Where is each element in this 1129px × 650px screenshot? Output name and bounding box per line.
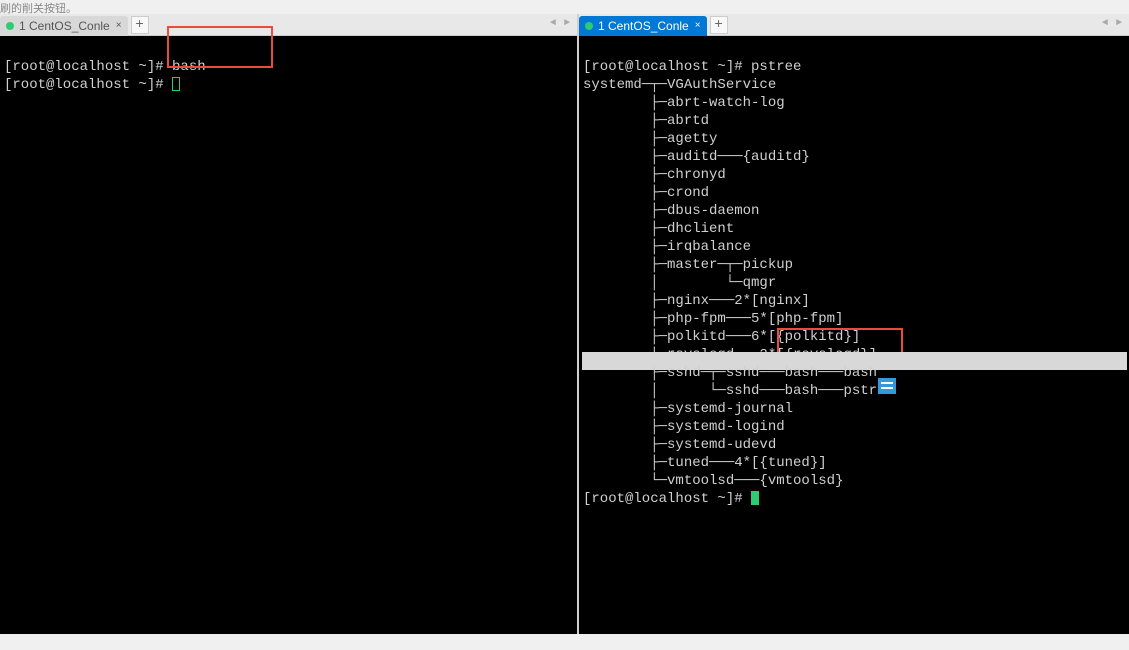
cursor-icon: [172, 77, 180, 91]
tab-nav: ◄ ►: [547, 18, 573, 32]
split-container: 1 CentOS_Conle × + ◄ ► [root@localhost ~…: [0, 14, 1129, 650]
tab-status-dot: [585, 22, 593, 30]
add-tab-button[interactable]: +: [710, 16, 728, 34]
tab-close-icon[interactable]: ×: [695, 20, 701, 31]
left-terminal[interactable]: [root@localhost ~]# bash [root@localhost…: [0, 36, 577, 634]
tree-row: ├─systemd-logind: [583, 419, 785, 435]
command-text: pstree: [751, 59, 801, 75]
prompt: [root@localhost ~]#: [583, 59, 751, 75]
tree-row: ├─systemd-udevd: [583, 437, 776, 453]
tree-row: ├─php-fpm───5*[php-fpm]: [583, 311, 843, 327]
tab-nav-right-icon[interactable]: ►: [561, 18, 573, 32]
right-terminal[interactable]: [root@localhost ~]# pstree systemd─┬─VGA…: [579, 36, 1129, 634]
tree-row-highlighted: ├─sshd─┬─sshd───bash───bash: [583, 365, 877, 381]
tree-row: ├─systemd-journal: [583, 401, 793, 417]
tree-row: ├─master─┬─pickup: [583, 257, 793, 273]
prompt: [root@localhost ~]#: [4, 59, 172, 75]
prompt: [root@localhost ~]#: [4, 77, 172, 93]
prompt: [root@localhost ~]#: [583, 491, 751, 507]
tab-close-icon[interactable]: ×: [116, 20, 122, 31]
tree-row: ├─dbus-daemon: [583, 203, 759, 219]
tree-row: ├─polkitd───6*[{polkitd}]: [583, 329, 860, 345]
tree-row: ├─abrt-watch-log: [583, 95, 785, 111]
tree-row: systemd─┬─VGAuthService: [583, 77, 776, 93]
left-tab-bar: 1 CentOS_Conle × + ◄ ►: [0, 14, 577, 36]
tree-row: ├─auditd───{auditd}: [583, 149, 810, 165]
add-tab-button[interactable]: +: [131, 16, 149, 34]
tree-row: ├─tuned───4*[{tuned}]: [583, 455, 827, 471]
tab-nav-left-icon[interactable]: ◄: [1099, 18, 1111, 32]
left-pane: 1 CentOS_Conle × + ◄ ► [root@localhost ~…: [0, 14, 577, 634]
tab-label: 1 CentOS_Conle: [598, 19, 689, 33]
tree-row: ├─irqbalance: [583, 239, 751, 255]
tab-nav-right-icon[interactable]: ►: [1113, 18, 1125, 32]
menu-icon: [878, 378, 896, 394]
tab-label: 1 CentOS_Conle: [19, 19, 110, 33]
cursor-icon: [751, 491, 759, 505]
tree-row: │ └─qmgr: [583, 275, 776, 291]
right-pane: 1 CentOS_Conle × + ◄ ► [root@localhost ~…: [579, 14, 1129, 634]
tree-row: ├─chronyd: [583, 167, 726, 183]
command-text: bash: [172, 59, 206, 75]
tree-row: ├─nginx───2*[nginx]: [583, 293, 810, 309]
right-tab[interactable]: 1 CentOS_Conle ×: [579, 16, 707, 36]
tab-nav: ◄ ►: [1099, 18, 1125, 32]
tree-row: ├─dhclient: [583, 221, 734, 237]
tree-row: ├─abrtd: [583, 113, 709, 129]
tree-row: │ └─sshd───bash───pstree: [583, 383, 894, 399]
tree-row: ├─agetty: [583, 131, 717, 147]
tree-row: ├─crond: [583, 185, 709, 201]
tab-nav-left-icon[interactable]: ◄: [547, 18, 559, 32]
left-tab[interactable]: 1 CentOS_Conle ×: [0, 16, 128, 36]
tree-row: └─vmtoolsd───{vmtoolsd}: [583, 473, 843, 489]
tab-status-dot: [6, 22, 14, 30]
right-tab-bar: 1 CentOS_Conle × + ◄ ►: [579, 14, 1129, 36]
